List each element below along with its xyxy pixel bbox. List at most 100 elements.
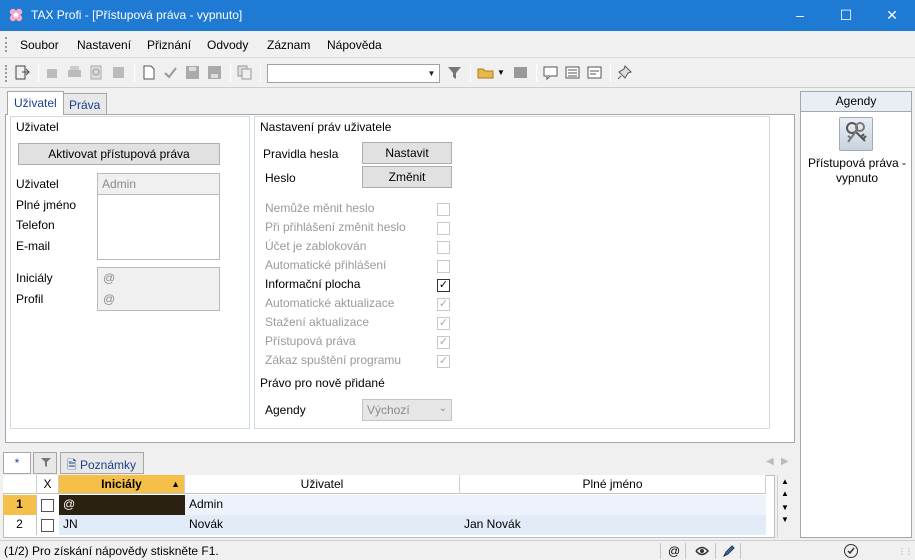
rights-option-checkbox: [437, 222, 450, 235]
rights-option-label: Automatické přihlášení: [265, 258, 387, 272]
menu-napoveda[interactable]: Nápověda: [327, 38, 382, 52]
menu-priznani[interactable]: Přiznání: [147, 38, 191, 52]
toolbar-grip[interactable]: [5, 65, 7, 82]
print-preview-icon[interactable]: [88, 64, 105, 81]
minimize-button[interactable]: –: [777, 0, 823, 31]
fullname-label: Plné jméno: [16, 198, 77, 212]
menu-zaznam[interactable]: Záznam: [267, 38, 310, 52]
menu-nastaveni[interactable]: Nastavení: [77, 38, 131, 52]
row-select-checkbox[interactable]: [41, 519, 54, 532]
rights-option-label: Účet je zablokován: [265, 239, 367, 253]
cell-user[interactable]: Admin: [185, 495, 460, 515]
row-select-checkbox[interactable]: [41, 499, 54, 512]
check-status-icon: [844, 544, 858, 558]
duplicate-icon[interactable]: [236, 64, 253, 81]
grid-tab-all[interactable]: *: [3, 452, 31, 474]
list-icon[interactable]: [564, 64, 581, 81]
pin-icon[interactable]: [616, 64, 633, 81]
user-label: Uživatel: [16, 177, 59, 191]
password-rules-label: Pravidla hesla: [263, 147, 339, 161]
maximize-button[interactable]: ☐: [823, 0, 869, 31]
resize-grip-icon[interactable]: ⋮⋮: [898, 547, 913, 556]
close-button[interactable]: ✕: [869, 0, 915, 31]
message-icon[interactable]: [542, 64, 559, 81]
initials-profile-field: @ @: [97, 267, 220, 311]
rights-option-checkbox: [437, 260, 450, 273]
set-password-rules-button[interactable]: Nastavit: [362, 142, 452, 164]
app-logo-icon: [9, 8, 23, 22]
tab-prava[interactable]: Práva: [62, 93, 108, 115]
user-tab-page: Uživatel Aktivovat přístupová práva Uživ…: [5, 114, 795, 443]
rights-option-checkbox: ✓: [437, 355, 450, 368]
cell-user[interactable]: Novák: [185, 515, 460, 535]
rights-option-label: Přístupová práva: [265, 334, 356, 348]
keys-icon[interactable]: [839, 117, 873, 151]
agendas-header: Agendy: [801, 92, 911, 112]
user-field[interactable]: Admin: [97, 173, 220, 195]
scroll-top-icon[interactable]: ▲: [781, 477, 789, 486]
confirm-icon[interactable]: [162, 64, 179, 81]
activate-rights-button[interactable]: Aktivovat přístupová práva: [18, 143, 220, 165]
column-x-header[interactable]: X: [37, 475, 59, 494]
archive-icon[interactable]: [512, 64, 529, 81]
agendas-select[interactable]: Výchozí ⌄: [362, 399, 452, 421]
cell-fullname[interactable]: [460, 495, 766, 515]
status-text: (1/2) Pro získání nápovědy stiskněte F1.: [4, 544, 219, 558]
column-initials-label: Iniciály: [101, 477, 142, 491]
notes-icon[interactable]: [586, 64, 603, 81]
fullname-phone-email-field[interactable]: [97, 194, 220, 260]
grid-tab-notes[interactable]: 🗎 Poznámky: [60, 452, 144, 474]
row-number[interactable]: 2: [3, 515, 37, 535]
tabs-scroll-right-icon[interactable]: ▶: [781, 456, 789, 467]
menu-grip[interactable]: [5, 37, 7, 52]
save-all-icon[interactable]: [206, 64, 223, 81]
column-user-header[interactable]: Uživatel: [185, 475, 460, 494]
exit-icon[interactable]: [14, 64, 31, 81]
initials-value: @: [103, 271, 116, 285]
row-number-header: [3, 475, 37, 494]
vertical-scrollbar[interactable]: ▲ ▲ ▼ ▼: [777, 475, 795, 538]
new-record-icon[interactable]: [140, 64, 157, 81]
rights-option-label: Automatické aktualizace: [265, 296, 395, 310]
pen-icon: [722, 545, 735, 558]
column-fullname-header[interactable]: Plné jméno: [460, 475, 766, 494]
rights-option-label: Při přihlášení změnit heslo: [265, 220, 406, 234]
rights-option-checkbox[interactable]: ✓: [437, 279, 450, 292]
save-icon[interactable]: [184, 64, 201, 81]
tabs-scroll-left-icon[interactable]: ◀: [766, 456, 774, 467]
agendas-label: Agendy: [265, 403, 306, 417]
grid-tab-filter[interactable]: [33, 452, 57, 474]
column-initials-header[interactable]: Iniciály ▲: [59, 475, 185, 494]
grid-tab-notes-label: Poznámky: [80, 458, 137, 472]
main-panel: Uživatel Práva Uživatel Aktivovat přístu…: [3, 91, 797, 445]
rights-option-label: Stažení aktualizace: [265, 315, 370, 329]
toolbar: ▼ ▼: [0, 58, 915, 88]
status-at: @: [668, 544, 681, 558]
folder-icon[interactable]: [477, 64, 494, 81]
filter-icon[interactable]: [446, 64, 463, 81]
notes-icon: 🗎: [67, 458, 77, 472]
print-icon[interactable]: [66, 64, 83, 81]
rights-option-checkbox: ✓: [437, 336, 450, 349]
cell-fullname[interactable]: Jan Novák: [460, 515, 766, 535]
sort-ascending-icon: ▲: [171, 479, 180, 489]
tab-uzivatel[interactable]: Uživatel: [7, 91, 64, 115]
scroll-bottom-icon[interactable]: ▼: [781, 515, 789, 524]
scroll-down-icon[interactable]: ▼: [781, 503, 789, 512]
copy-record-icon[interactable]: [44, 64, 61, 81]
password-label: Heslo: [265, 171, 296, 185]
toolbar-combo[interactable]: ▼: [267, 64, 440, 83]
change-password-button[interactable]: Změnit: [362, 166, 452, 188]
export-icon[interactable]: [110, 64, 127, 81]
rights-section-title: Nastavení práv uživatele: [260, 120, 392, 134]
cell-initials[interactable]: @: [59, 495, 185, 515]
cell-initials[interactable]: JN: [59, 515, 185, 535]
menu-odvody[interactable]: Odvody: [207, 38, 248, 52]
rights-option-label: Informační plocha: [265, 277, 361, 291]
access-rights-item-label[interactable]: Přístupová práva - vypnuto: [805, 156, 909, 186]
scroll-up-icon[interactable]: ▲: [781, 489, 789, 498]
user-section-title: Uživatel: [16, 120, 59, 134]
profile-value: @: [103, 292, 116, 306]
row-number[interactable]: 1: [3, 495, 37, 515]
menu-soubor[interactable]: Soubor: [20, 38, 59, 52]
